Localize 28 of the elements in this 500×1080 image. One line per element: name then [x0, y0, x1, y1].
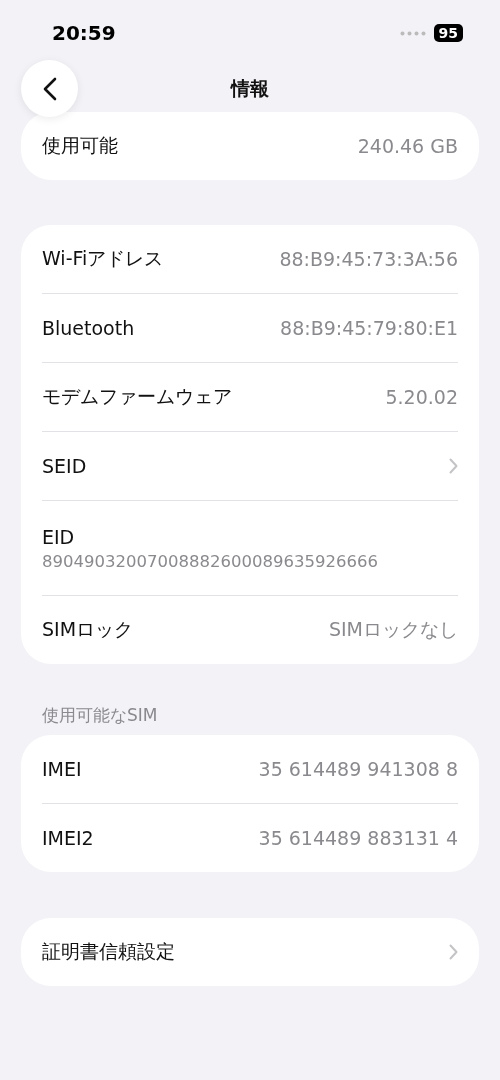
- row-label: 証明書信頼設定: [42, 939, 175, 964]
- row-label: 使用可能: [42, 133, 118, 158]
- row-value: 5.20.02: [385, 386, 458, 408]
- row-value: SIMロックなし: [328, 617, 458, 642]
- row-value: 88:B9:45:79:80:E1: [280, 317, 458, 339]
- row-value: 89049032007008882600089635926666: [42, 551, 378, 571]
- chevron-icon: [449, 458, 458, 474]
- row-label: IMEI: [42, 758, 82, 780]
- row-value: 35 614489 883131 4: [258, 827, 458, 849]
- settings-row[interactable]: SEID: [42, 432, 458, 501]
- section-header: 使用可能なSIM: [41, 704, 159, 727]
- row-label: SEID: [42, 455, 87, 477]
- row-label: SIMロック: [42, 617, 134, 642]
- settings-row[interactable]: 証明書信頼設定: [42, 918, 458, 986]
- back-icon: [42, 76, 57, 101]
- row-label: Wi-Fiアドレス: [42, 246, 164, 271]
- row-label: モデムファームウェア: [42, 384, 232, 409]
- row-label: EID: [42, 525, 75, 548]
- row-value: 88:B9:45:73:3A:56: [279, 248, 458, 270]
- row-value: 35 614489 941308 8: [258, 758, 458, 780]
- row-value: 240.46 GB: [357, 135, 458, 157]
- battery-indicator: 95: [433, 24, 463, 42]
- chevron-icon: [449, 944, 458, 960]
- row-label: Bluetooth: [42, 317, 135, 339]
- nav-title: 情報: [231, 76, 269, 101]
- clock: 20:59: [52, 21, 116, 45]
- row-label: IMEI2: [42, 827, 94, 849]
- signal-icon: [399, 30, 426, 36]
